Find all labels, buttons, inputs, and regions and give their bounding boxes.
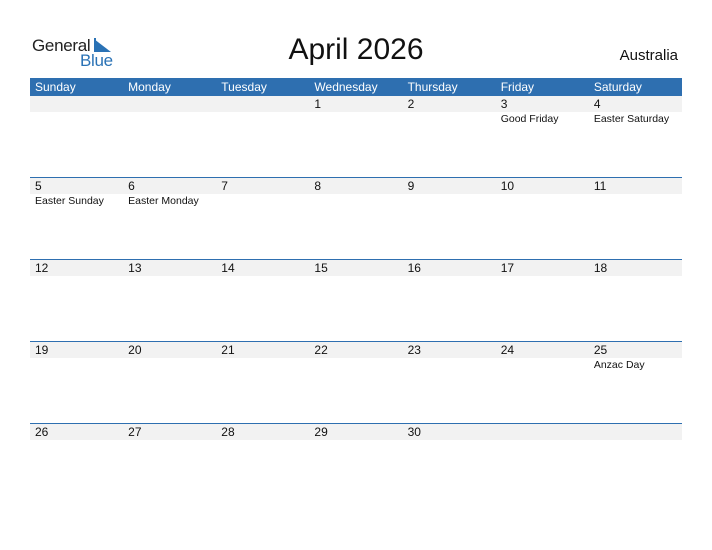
weekday-monday: Monday xyxy=(128,80,171,94)
day-cell: 14 xyxy=(216,260,309,341)
day-cell: 11 xyxy=(589,178,682,259)
day-number: 26 xyxy=(35,425,49,439)
weekday-tuesday: Tuesday xyxy=(221,80,267,94)
day-cell: 10 xyxy=(496,178,589,259)
day-number xyxy=(594,424,682,440)
day-number xyxy=(128,96,216,112)
day-cell: 1 xyxy=(309,96,402,177)
weekday-sunday: Sunday xyxy=(35,80,76,94)
day-number: 17 xyxy=(500,261,515,275)
day-cell: 3 Good Friday xyxy=(496,96,589,177)
day-cell: 20 xyxy=(123,342,216,423)
week-row: 19 20 21 22 23 24 25 Anzac Day xyxy=(30,341,682,423)
day-number: 19 xyxy=(35,343,49,357)
day-cell: 22 xyxy=(309,342,402,423)
week-cells: 26 27 28 29 30 xyxy=(30,424,682,505)
week-row: 1 2 3 Good Friday 4 Easter Saturday xyxy=(30,96,682,177)
weekday-thursday: Thursday xyxy=(407,80,458,94)
day-number: 21 xyxy=(221,343,235,357)
day-cell: 19 xyxy=(30,342,123,423)
day-number: 14 xyxy=(221,261,235,275)
week-cells: 1 2 3 Good Friday 4 Easter Saturday xyxy=(30,96,682,177)
day-number: 30 xyxy=(407,425,421,439)
holiday-label: Easter Monday xyxy=(128,195,199,207)
day-number: 25 xyxy=(593,343,608,357)
holiday-label: Easter Saturday xyxy=(593,113,670,125)
day-number: 5 xyxy=(35,179,42,193)
day-cell: 30 xyxy=(403,424,496,505)
day-number: 8 xyxy=(314,179,322,193)
day-cell: 25 Anzac Day xyxy=(589,342,682,423)
day-number: 2 xyxy=(407,97,415,111)
week-cells: 19 20 21 22 23 24 25 Anzac Day xyxy=(30,342,682,423)
day-cell: 28 xyxy=(216,424,309,505)
weekday-header-row: Sunday Monday Tuesday Wednesday Thursday… xyxy=(30,78,682,96)
day-cell: 16 xyxy=(403,260,496,341)
day-number: 29 xyxy=(314,425,328,439)
day-cell: 7 xyxy=(216,178,309,259)
day-number: 15 xyxy=(314,261,328,275)
week-row: 12 13 14 15 16 17 18 xyxy=(30,259,682,341)
day-cell: 5 Easter Sunday xyxy=(30,178,123,259)
day-cell: 13 xyxy=(123,260,216,341)
day-number: 12 xyxy=(35,261,49,275)
day-number: 22 xyxy=(314,343,328,357)
day-number xyxy=(221,96,309,112)
day-cell: 12 xyxy=(30,260,123,341)
day-cell: 29 xyxy=(309,424,402,505)
day-cell: 4 Easter Saturday xyxy=(589,96,682,177)
day-number: 10 xyxy=(500,179,515,193)
week-cells: 12 13 14 15 16 17 18 xyxy=(30,260,682,341)
day-cell: 27 xyxy=(123,424,216,505)
day-number: 7 xyxy=(221,179,228,193)
day-cell xyxy=(496,424,589,505)
day-number: 4 xyxy=(593,97,601,111)
day-cell: 23 xyxy=(403,342,496,423)
day-number: 27 xyxy=(128,425,142,439)
day-number: 23 xyxy=(407,343,421,357)
day-number xyxy=(35,96,123,112)
day-cell xyxy=(216,96,309,177)
day-number: 6 xyxy=(128,179,135,193)
weekday-friday: Friday xyxy=(500,80,535,94)
holiday-label: Easter Sunday xyxy=(35,195,104,207)
week-row: 5 Easter Sunday 6 Easter Monday 7 8 9 10 11 xyxy=(30,177,682,259)
day-number xyxy=(501,424,589,440)
day-number: 24 xyxy=(500,343,515,357)
weekday-wednesday: Wednesday xyxy=(314,80,378,94)
country-label: Australia xyxy=(619,47,678,64)
day-number: 16 xyxy=(407,261,421,275)
day-cell: 9 xyxy=(403,178,496,259)
day-cell xyxy=(123,96,216,177)
day-cell: 17 xyxy=(496,260,589,341)
day-number: 13 xyxy=(128,261,142,275)
day-cell: 6 Easter Monday xyxy=(123,178,216,259)
day-number: 18 xyxy=(593,261,608,275)
day-number: 28 xyxy=(221,425,235,439)
day-cell: 15 xyxy=(309,260,402,341)
day-number: 3 xyxy=(500,97,508,111)
day-cell: 2 xyxy=(403,96,496,177)
day-number: 11 xyxy=(593,179,607,193)
day-cell xyxy=(589,424,682,505)
day-cell: 8 xyxy=(309,178,402,259)
calendar-grid: Sunday Monday Tuesday Wednesday Thursday… xyxy=(30,78,682,505)
weekday-saturday: Saturday xyxy=(593,80,642,94)
day-cell: 18 xyxy=(589,260,682,341)
day-number: 9 xyxy=(407,179,415,193)
day-cell: 24 xyxy=(496,342,589,423)
day-cell xyxy=(30,96,123,177)
calendar-title: April 2026 xyxy=(288,33,424,66)
holiday-label: Good Friday xyxy=(500,113,559,125)
weeks-container: 1 2 3 Good Friday 4 Easter Saturday 5 Easter Su… xyxy=(30,96,682,505)
week-row: 26 27 28 29 30 xyxy=(30,423,682,505)
day-number: 1 xyxy=(314,97,322,111)
day-number: 20 xyxy=(128,343,142,357)
holiday-label: Anzac Day xyxy=(593,359,645,371)
day-cell: 21 xyxy=(216,342,309,423)
week-cells: 5 Easter Sunday 6 Easter Monday 7 8 9 10 11 xyxy=(30,178,682,259)
day-cell: 26 xyxy=(30,424,123,505)
